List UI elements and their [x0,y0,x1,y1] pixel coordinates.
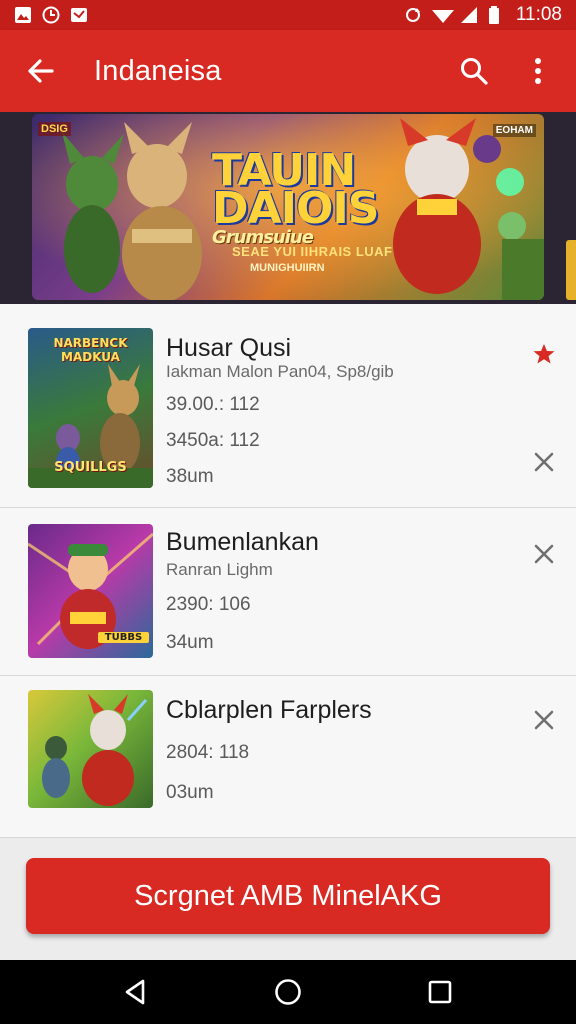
list-item[interactable]: TUBBS Bumenlankan Ranran Lighm 2390: 106… [0,508,576,676]
favorite-button[interactable] [528,338,560,370]
wifi-icon [431,6,454,24]
search-button[interactable] [456,53,492,89]
search-icon [461,58,488,85]
nav-back-icon [125,979,145,1005]
item-stat-1: 2390: 106 [166,594,251,615]
arrow-left-icon [28,59,54,83]
item-stat-3: 38um [166,466,214,487]
status-bar: 11:08 [0,0,576,30]
remove-button[interactable] [528,704,560,736]
featured-banner[interactable]: DSIG EOHAM TAUIN DAIOIS Grumsuiue SEAE Y… [32,114,544,300]
item-stat-2: 3450а: 112 [166,430,260,451]
list-item[interactable]: Cblarplen Farplers 2804: 118 03um [0,676,576,838]
nav-recents-icon [428,980,452,1004]
thumbnail-title: NARBENCK MADKUA [53,336,128,364]
banner-title: TAUIN DAIOIS Grumsuiue [212,149,379,248]
close-icon [534,452,554,472]
thumbnail-caption: TUBBS [98,632,149,643]
item-title: Cblarplen Farplers [166,696,372,724]
item-stat-2: 34um [166,632,214,653]
banner-badge-right: EOHAM [492,124,536,137]
status-time: 11:08 [515,4,562,25]
nav-back-button[interactable] [114,970,158,1014]
banner-title-line2: DAIOIS [212,183,379,234]
mail-icon [70,6,88,24]
game-thumbnail[interactable]: NARBENCK MADKUA SQUILLGS [28,328,153,488]
game-thumbnail[interactable]: TUBBS [28,524,153,658]
star-icon [533,344,555,364]
page-title: Indaneisa [94,54,222,87]
app-bar: Indaneisa [0,30,576,112]
close-icon [534,544,554,564]
game-thumbnail[interactable] [28,690,153,808]
close-icon [534,710,554,730]
overflow-menu-button[interactable] [520,53,556,89]
item-stat-1: 39.00.: 112 [166,394,260,415]
nav-home-icon [275,979,301,1005]
item-title: Bumenlankan [166,528,319,556]
next-banner-peek[interactable] [566,240,576,300]
item-title: Husar Qusi [166,334,292,362]
list-item[interactable]: NARBENCK MADKUA SQUILLGS Husar Qusi Iakm… [0,304,576,508]
remove-button[interactable] [528,446,560,478]
remove-button[interactable] [528,538,560,570]
clock-icon [42,6,60,24]
banner-subtitle: SEAE YUI IIHRAIS LUAF [232,244,393,259]
photo-icon [14,6,32,24]
banner-badge-left: DSIG [38,122,71,136]
item-stat-2: 03um [166,782,214,803]
system-nav-bar [0,960,576,1024]
primary-action-button[interactable]: Scrgnet AMB MinelAKG [26,858,550,934]
signal-icon [460,6,478,24]
item-subtitle: Iakman Malon Pan04, Sp8/gib [166,362,394,381]
item-stat-1: 2804: 118 [166,742,250,763]
banner-subtitle-2: MUNIGHUIIRN [250,262,325,274]
item-subtitle: Ranran Lighm [166,560,273,579]
sync-icon [404,6,422,24]
thumbnail-caption: SQUILLGS [54,460,127,475]
back-button[interactable] [20,51,60,91]
more-vert-icon [535,58,541,84]
nav-home-button[interactable] [266,970,310,1014]
thumbnail-art [42,694,148,806]
game-list: NARBENCK MADKUA SQUILLGS Husar Qusi Iakm… [0,304,576,838]
nav-recents-button[interactable] [418,970,462,1014]
banner-carousel[interactable]: DSIG EOHAM TAUIN DAIOIS Grumsuiue SEAE Y… [0,112,576,304]
battery-icon [488,6,506,24]
